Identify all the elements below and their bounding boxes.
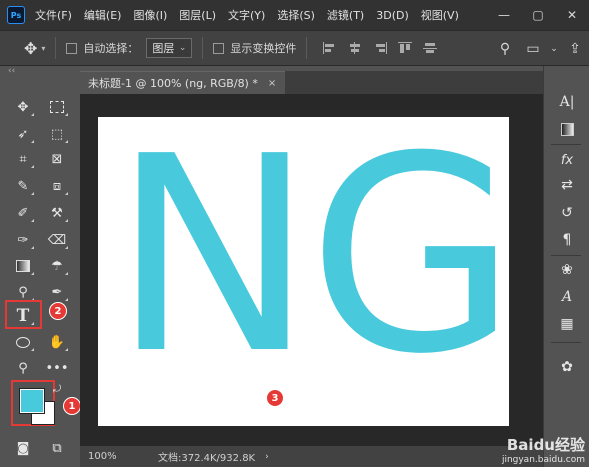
document-tab-title: 未标题-1 @ 100% (ng, RGB/8) *	[88, 77, 258, 90]
menu-select[interactable]: 选择(S)	[277, 7, 315, 23]
character-panel-icon[interactable]: A|	[557, 92, 577, 112]
document-canvas[interactable]: NG	[98, 117, 509, 426]
zoom-tool-icon[interactable]: ⚲	[11, 357, 35, 379]
step-badge-2: 2	[49, 302, 67, 320]
adjustments-icon[interactable]: ⇄	[557, 175, 577, 195]
swatches-icon[interactable]: ❀	[557, 260, 577, 280]
menu-edit[interactable]: 编辑(E)	[84, 7, 122, 23]
close-button[interactable]: ✕	[555, 0, 589, 30]
align-top-icon[interactable]	[398, 42, 413, 54]
options-right: ⚲ ▭ ⌄ ⇪	[491, 31, 589, 67]
align-buttons	[323, 42, 448, 54]
divider	[551, 255, 581, 256]
swap-colors-icon[interactable]: ⤾	[50, 382, 64, 396]
menu-layer[interactable]: 图层(L)	[179, 7, 216, 23]
document-tab[interactable]: 未标题-1 @ 100% (ng, RGB/8) * ×	[80, 71, 285, 94]
canvas-text-layer[interactable]: NG	[112, 121, 509, 391]
chevron-right-icon[interactable]: ›	[265, 452, 269, 462]
options-bar: ✥ ▾ 自动选择： 图层 ⌄ 显示变换控件 ⚲ ▭ ⌄ ⇪	[0, 30, 589, 66]
watermark-url: jingyan.baidu.com	[501, 455, 585, 465]
chevron-down-icon[interactable]: ⌄	[547, 31, 561, 67]
baidu-watermark: Baidu经验 jingyan.baidu.com	[502, 434, 585, 465]
crop-tool-icon[interactable]: ⌗	[11, 148, 35, 170]
type-tool-highlight	[5, 300, 42, 329]
divider	[306, 37, 308, 59]
foreground-color-swatch[interactable]	[20, 389, 44, 413]
maximize-button[interactable]: ▢	[521, 0, 555, 30]
menu-filter[interactable]: 滤镜(T)	[327, 7, 364, 23]
search-icon[interactable]: ⚲	[491, 31, 519, 67]
eraser-icon[interactable]: ⌫	[45, 229, 69, 251]
chevron-down-icon[interactable]: ▾	[41, 44, 45, 53]
fx-styles-icon[interactable]: fx	[557, 150, 577, 170]
align-center-icon[interactable]	[348, 42, 362, 54]
quick-mask-icon[interactable]: ◙	[11, 437, 35, 459]
pen-tool-icon[interactable]: ✒	[45, 281, 69, 303]
divider	[202, 37, 204, 59]
move-tool-icon[interactable]: ✥	[11, 96, 35, 118]
step-badge-1: 1	[63, 397, 81, 415]
glyphs-panel-icon[interactable]: A	[557, 287, 577, 307]
screen-mode-icon[interactable]: ⧉	[45, 437, 69, 459]
align-left-icon[interactable]	[323, 42, 337, 54]
menu-file[interactable]: 文件(F)	[35, 7, 72, 23]
lasso-tool-icon[interactable]: ➶	[11, 123, 35, 145]
workspace-icon[interactable]: ▭	[519, 31, 547, 67]
auto-select-label: 自动选择：	[83, 42, 139, 55]
spot-healing-icon[interactable]: ⧈	[45, 175, 69, 197]
divider	[551, 342, 581, 343]
step-badge-3: 3	[266, 389, 284, 407]
divider	[55, 37, 57, 59]
menu-3d[interactable]: 3D(D)	[376, 9, 409, 22]
share-icon[interactable]: ⇪	[561, 31, 589, 67]
window-controls: — ▢ ✕	[487, 0, 589, 30]
dropdown-value: 图层	[152, 42, 175, 55]
status-bar: 100% 文档:372.4K/932.8K ›	[80, 446, 543, 467]
move-tool-preset-icon[interactable]: ✥	[24, 39, 37, 58]
brush-tool-icon[interactable]: ✐	[11, 202, 35, 224]
auto-select-target-dropdown[interactable]: 图层 ⌄	[146, 38, 193, 58]
more-tools-icon[interactable]: •••	[45, 357, 69, 379]
collapse-left-icon[interactable]: ‹‹	[8, 66, 15, 76]
document-size: 文档:372.4K/932.8K	[158, 453, 256, 464]
minimize-button[interactable]: —	[487, 0, 521, 30]
auto-select-checkbox[interactable]	[66, 42, 78, 54]
table-panel-icon[interactable]: ▦	[557, 314, 577, 334]
show-transform-label: 显示变换控件	[230, 42, 297, 55]
rectangular-marquee-icon[interactable]	[45, 96, 69, 118]
photoshop-logo: Ps	[7, 6, 25, 24]
object-selection-icon[interactable]: ⬚	[45, 123, 69, 145]
paragraph-panel-icon[interactable]: ¶	[557, 230, 577, 250]
divider	[551, 144, 581, 145]
frame-tool-icon[interactable]: ⊠	[45, 148, 69, 170]
gradients-panel-icon[interactable]	[557, 119, 577, 139]
gradient-tool-icon[interactable]	[11, 255, 35, 277]
close-icon[interactable]: ×	[268, 78, 276, 89]
menu-type[interactable]: 文字(Y)	[228, 7, 265, 23]
menu-image[interactable]: 图像(I)	[133, 7, 167, 23]
clone-stamp-icon[interactable]: ⚒	[45, 202, 69, 224]
zoom-level[interactable]: 100%	[88, 451, 128, 462]
chevron-down-icon: ⌄	[178, 43, 187, 53]
blur-tool-icon[interactable]: ☂	[45, 255, 69, 277]
menu-bar: Ps 文件(F) 编辑(E) 图像(I) 图层(L) 文字(Y) 选择(S) 滤…	[0, 0, 589, 30]
eyedropper-icon[interactable]: ✎	[11, 175, 35, 197]
menu-view[interactable]: 视图(V)	[421, 7, 459, 23]
color-panel-icon[interactable]: ✿	[557, 357, 577, 377]
show-transform-checkbox[interactable]	[213, 42, 225, 54]
history-brush-icon[interactable]: ✑	[11, 229, 35, 251]
watermark-logo: Baidu经验	[506, 436, 585, 454]
align-right-icon[interactable]	[373, 42, 388, 54]
ellipse-tool-icon[interactable]	[11, 331, 35, 353]
history-panel-icon[interactable]: ↺	[557, 203, 577, 223]
align-middle-icon[interactable]	[423, 42, 438, 54]
hand-tool-icon[interactable]: ✋	[45, 331, 69, 353]
